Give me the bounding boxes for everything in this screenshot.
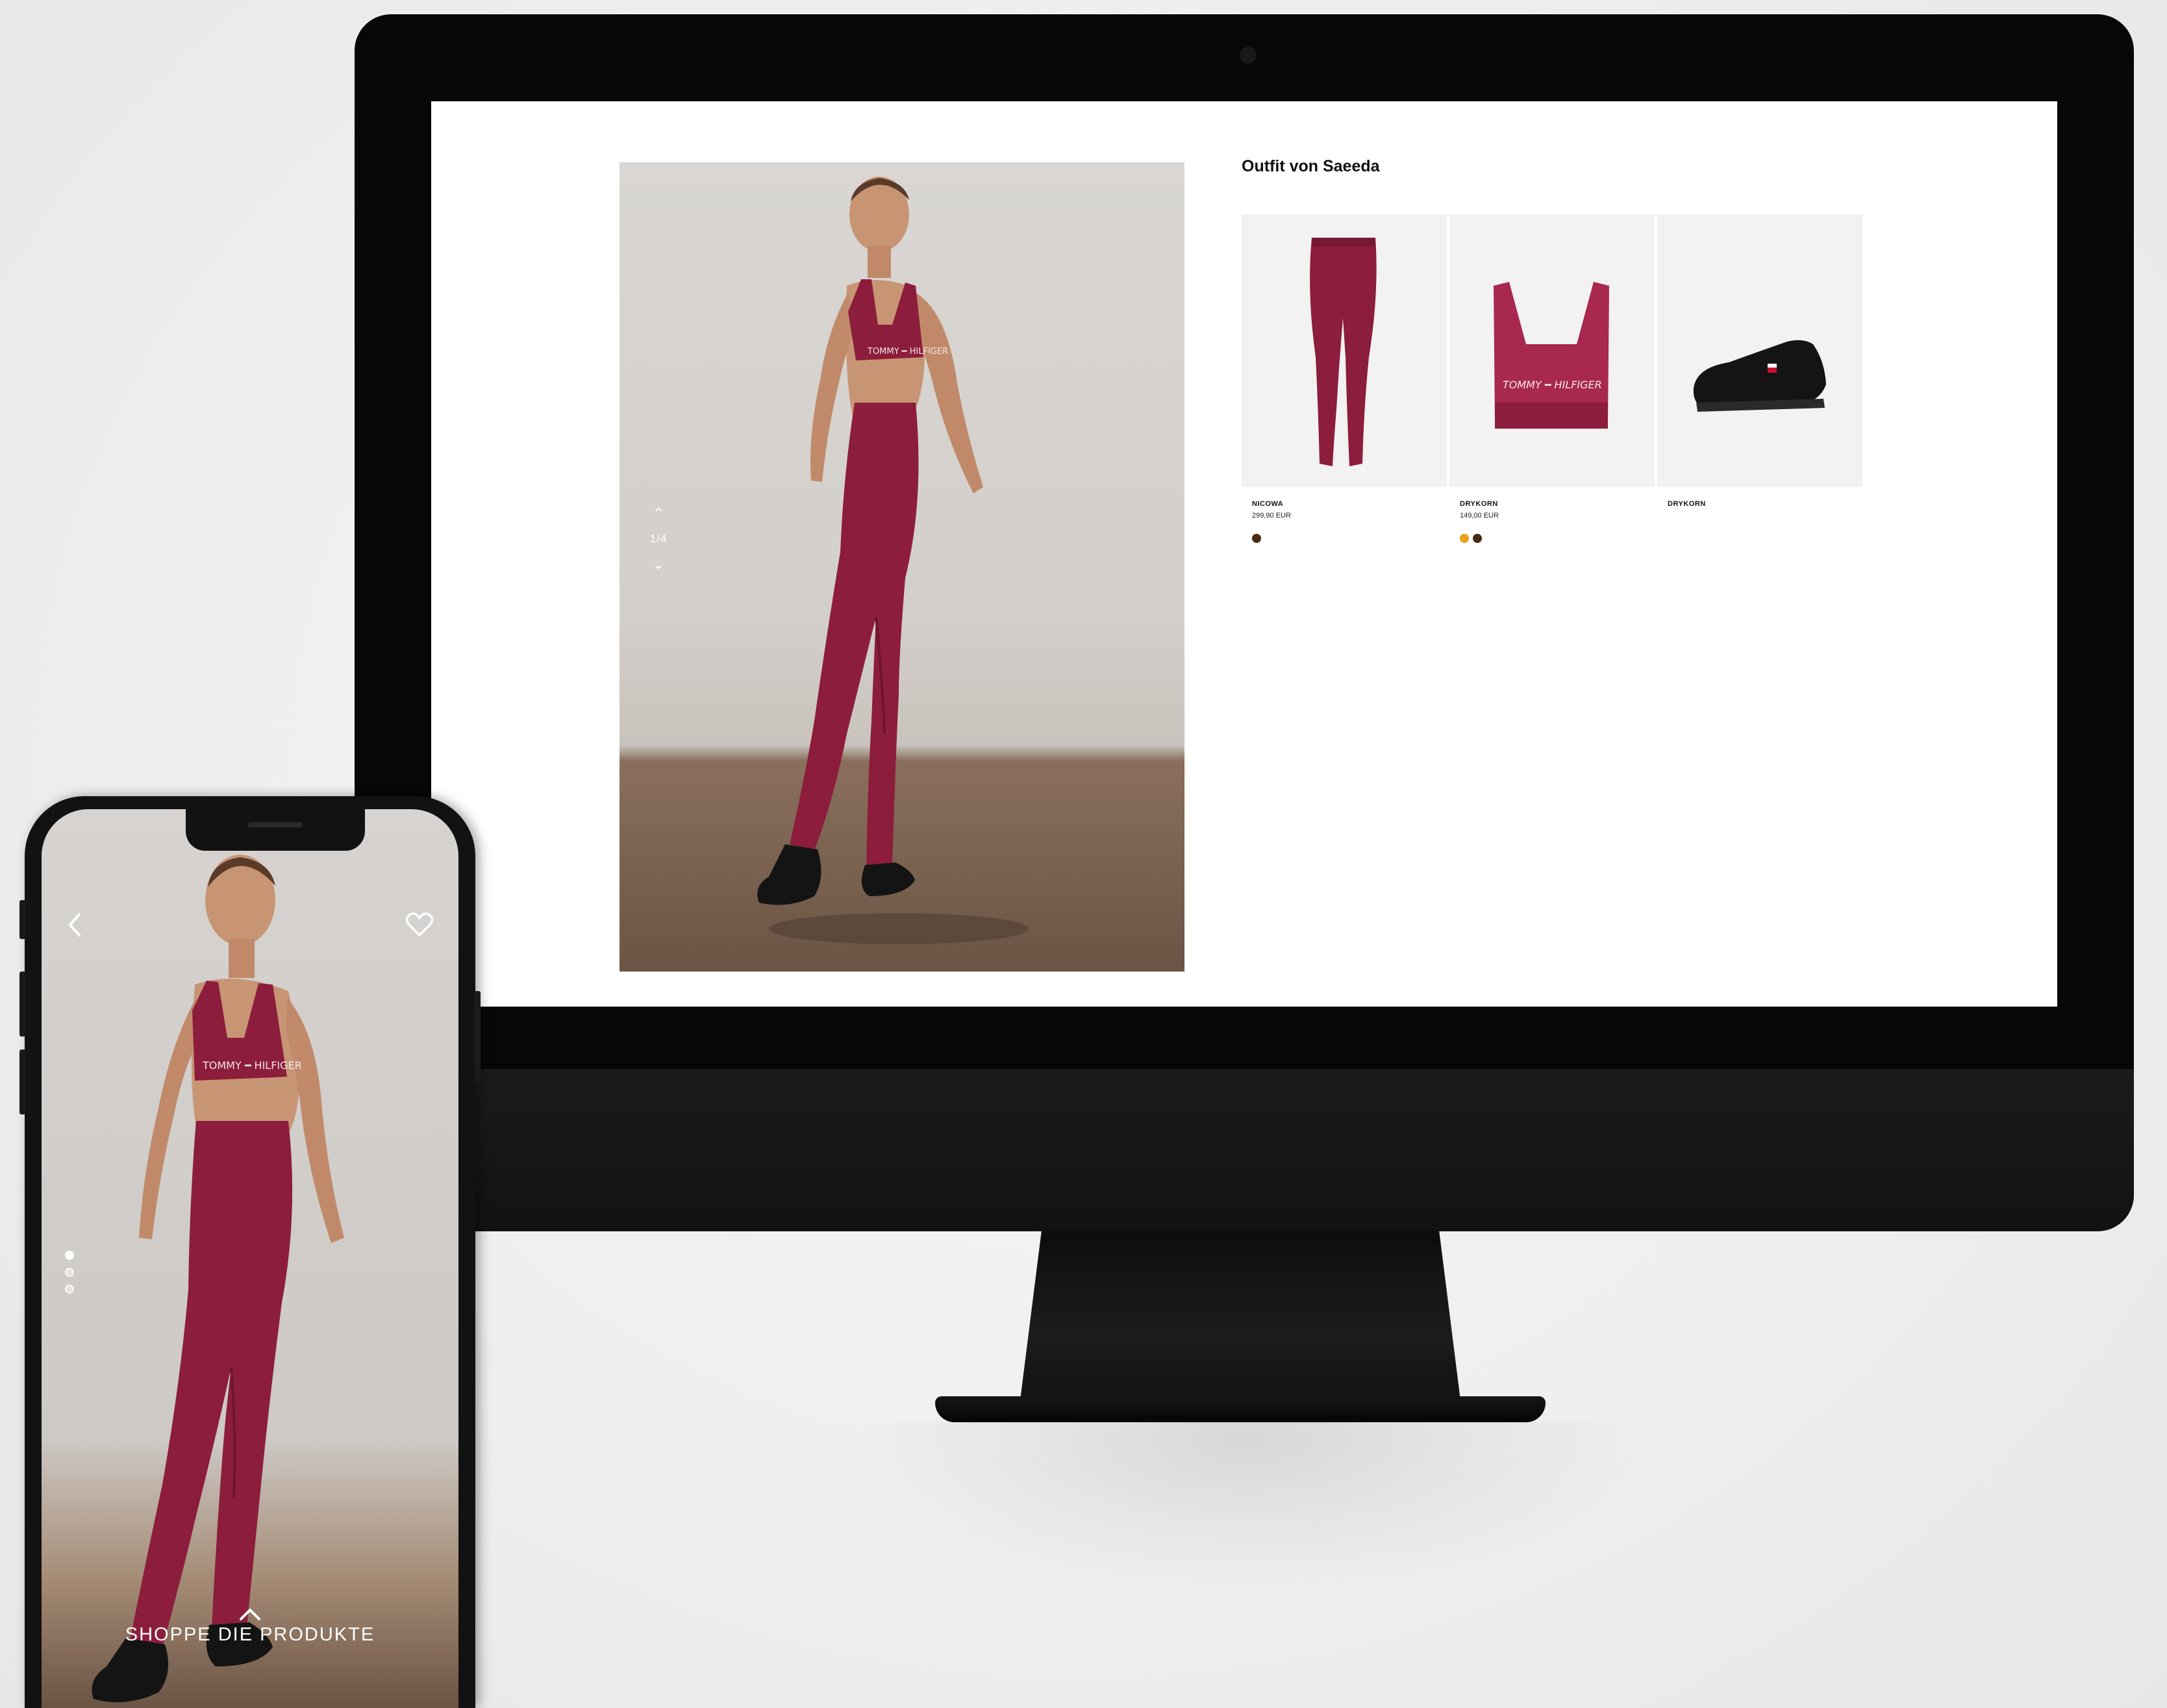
phone-side-button [474, 991, 481, 1082]
product-price: 299,90 EUR [1252, 512, 1291, 520]
color-swatch-brown[interactable] [1252, 534, 1261, 543]
shop-products-cta[interactable]: SHOPPE DIE PRODUKTE [42, 1606, 458, 1646]
leggings-image [1310, 238, 1377, 466]
outfit-hero-image: TOMMY ━ HILFIGER ⌃ 1/4 ⌄ [620, 162, 1184, 972]
sneaker-image [1693, 340, 1826, 412]
carousel-dot[interactable] [65, 1268, 74, 1277]
color-swatch-brown[interactable] [1473, 534, 1482, 543]
model-leggings [790, 403, 919, 870]
chevron-up-icon[interactable]: ⌃ [639, 507, 678, 521]
phone-side-button [19, 1049, 26, 1114]
monitor-stand-base [935, 1396, 1546, 1422]
chevron-up-icon [240, 1609, 260, 1620]
stand-reflection [844, 1422, 1649, 1591]
mobile-screen: TOMMY ━ HILFIGER SHOPPE DIE PRODUKTE [42, 809, 458, 1708]
mobile-phone: TOMMY ━ HILFIGER SHOPPE DIE PRODUKTE [19, 796, 481, 1708]
image-counter: 1/4 [649, 533, 668, 545]
desktop-monitor: TOMMY ━ HILFIGER ⌃ 1/4 ⌄ Outfit von Saee… [355, 14, 2134, 1231]
color-swatch-yellow[interactable] [1460, 534, 1469, 543]
model-bra-print: TOMMY ━ HILFIGER [867, 347, 948, 357]
image-pager: ⌃ 1/4 ⌄ [639, 507, 678, 571]
chevron-down-icon[interactable]: ⌄ [639, 557, 678, 571]
product-price: 149,00 EUR [1460, 512, 1499, 520]
phone-notch [186, 809, 365, 851]
webcam [1240, 47, 1257, 64]
desktop-screen: TOMMY ━ HILFIGER ⌃ 1/4 ⌄ Outfit von Saee… [431, 101, 2057, 1007]
model-figure: TOMMY ━ HILFIGER [757, 177, 1029, 944]
outfit-title: Outfit von Saeeda [1242, 157, 1380, 175]
mobile-bra-print: TOMMY ━ HILFIGER [202, 1059, 302, 1072]
carousel-dot-active[interactable] [65, 1251, 74, 1260]
shop-products-label: SHOPPE DIE PRODUKTE [125, 1624, 375, 1645]
heart-icon[interactable] [405, 912, 434, 938]
mobile-model-image: TOMMY ━ HILFIGER [92, 855, 344, 1703]
phone-side-button [19, 972, 26, 1036]
product-tile-leggings[interactable] [1242, 214, 1447, 487]
monitor-chin [355, 1069, 2134, 1231]
sports-bra-print: TOMMY ━ HILFIGER [1503, 379, 1602, 391]
model-shoe-left [757, 844, 821, 905]
product-brand[interactable]: NICOWA [1252, 500, 1283, 508]
monitor-stand [1020, 1230, 1461, 1405]
product-tile-sneaker[interactable] [1657, 214, 1862, 487]
phone-speaker [248, 822, 303, 827]
product-tile-sports-bra[interactable]: TOMMY ━ HILFIGER [1449, 214, 1655, 487]
sports-bra-image: TOMMY ━ HILFIGER [1494, 282, 1609, 429]
model-shoe-right [861, 862, 915, 896]
chevron-left-icon[interactable] [64, 911, 87, 939]
phone-side-button [19, 900, 26, 939]
product-brand[interactable]: DRYKORN [1460, 500, 1498, 508]
carousel-dots [65, 1251, 74, 1301]
carousel-dot[interactable] [65, 1285, 74, 1294]
product-brand[interactable]: DRYKORN [1668, 500, 1706, 508]
